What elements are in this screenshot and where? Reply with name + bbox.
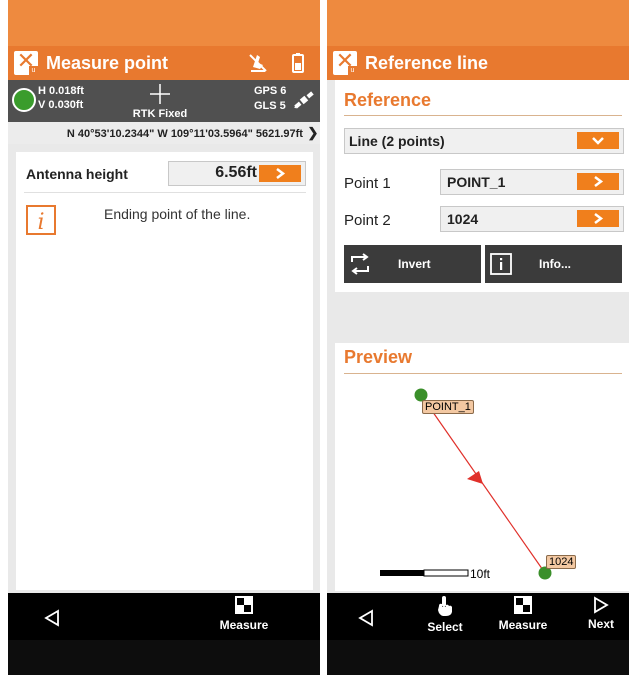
current-position[interactable]: N 40°53'10.2344" W 109°11'03.5964" 5621.… <box>8 122 320 144</box>
nav-footer <box>327 640 629 675</box>
softkey-bar: Select Measure Next <box>327 593 629 640</box>
measure-softkey[interactable]: Measure <box>216 593 272 640</box>
coordinates-text: N 40°53'10.2344" W 109°11'03.5964" 5621.… <box>66 128 303 140</box>
status-strip <box>8 0 320 46</box>
fix-status-dot <box>12 88 36 112</box>
antenna-height-field[interactable]: 6.56ft <box>168 161 306 186</box>
line-type-select[interactable]: Line (2 points) <box>344 128 624 154</box>
point2-field[interactable]: 1024 <box>440 206 624 232</box>
back-triangle-icon[interactable] <box>44 609 60 627</box>
preview-panel: Preview POINT_1 1024 10ft <box>335 343 629 591</box>
antenna-height-button[interactable] <box>259 165 301 182</box>
point2-value: 1024 <box>447 211 479 227</box>
measure-point-screen: ✕ u Measure point H 0.018ft V 0.030ft RTK… <box>8 0 320 675</box>
point2-label: Point 2 <box>344 212 391 229</box>
back-triangle-icon[interactable] <box>358 609 374 627</box>
app-logo-icon: ✕ u <box>14 49 38 75</box>
fix-type: RTK Fixed <box>132 108 188 120</box>
chevron-right-icon: ❯ <box>307 125 319 140</box>
next-softkey[interactable]: Next <box>579 593 623 640</box>
nav-footer <box>8 640 320 675</box>
app-logo-icon: ✕ u <box>333 49 357 75</box>
chevron-down-icon <box>592 137 604 145</box>
divider <box>24 192 306 193</box>
softkey-bar: Measure <box>8 593 320 640</box>
section-rule <box>344 115 622 116</box>
measure-softkey[interactable]: Measure <box>495 593 551 640</box>
point1-select-button[interactable] <box>577 173 619 190</box>
svg-text:i: i <box>37 210 44 235</box>
measure-label: Measure <box>498 618 548 632</box>
status-strip <box>327 0 629 46</box>
invert-icon <box>351 253 369 275</box>
satellite-icon <box>294 91 314 109</box>
gls-count: GLS 5 <box>254 100 286 112</box>
reference-line-preview <box>380 388 552 580</box>
info-button[interactable]: Info... <box>485 245 622 283</box>
start-point-label: POINT_1 <box>422 400 474 414</box>
antenna-height-value: 6.56ft <box>215 164 257 181</box>
info-message: Ending point of the line. <box>104 206 251 222</box>
line-type-dropdown-button[interactable] <box>577 132 619 149</box>
invert-button[interactable]: Invert <box>344 245 481 283</box>
page-title: Measure point <box>46 52 169 73</box>
hand-pointer-icon <box>438 596 452 616</box>
point2-select-button[interactable] <box>577 210 619 227</box>
measure-icon <box>514 596 532 614</box>
chevron-right-icon <box>276 168 286 179</box>
chevron-right-icon <box>594 213 604 224</box>
info-label: Info... <box>539 257 571 271</box>
v-precision: V 0.030ft <box>38 99 84 111</box>
point1-value: POINT_1 <box>447 174 506 190</box>
scale-bar-filled <box>380 570 424 576</box>
select-softkey[interactable]: Select <box>417 593 473 640</box>
scale-label: 10ft <box>470 567 491 581</box>
reference-heading: Reference <box>344 90 432 110</box>
point1-label: Point 1 <box>344 175 391 192</box>
measure-icon <box>235 596 253 614</box>
info-icon: i <box>26 205 56 235</box>
line-type-value: Line (2 points) <box>349 133 445 149</box>
measure-panel: Antenna height 6.56ft i Ending point of … <box>16 152 313 590</box>
next-label: Next <box>587 617 614 631</box>
gnss-status-bar[interactable]: H 0.018ft V 0.030ft RTK Fixed GPS 6 GLS … <box>8 80 320 122</box>
gps-count: GPS 6 <box>254 85 287 97</box>
scale-bar-empty <box>423 569 469 577</box>
page-title: Reference line <box>365 52 489 73</box>
next-triangle-icon <box>594 596 609 614</box>
battery-icon[interactable] <box>286 51 310 75</box>
info-icon <box>490 253 512 275</box>
receiver-muted-icon[interactable] <box>246 51 270 75</box>
measure-label: Measure <box>219 618 269 632</box>
reference-panel: Reference Line (2 points) Point 1 POINT_… <box>335 80 629 292</box>
antenna-height-label: Antenna height <box>26 166 128 182</box>
titlebar: ✕ u Reference line <box>327 46 629 80</box>
invert-label: Invert <box>398 257 431 271</box>
select-label: Select <box>427 620 463 634</box>
h-precision: H 0.018ft <box>38 85 84 97</box>
titlebar: ✕ u Measure point <box>8 46 320 80</box>
crosshair-icon <box>150 84 170 104</box>
reference-line-screen: ✕ u Reference line Reference Line (2 poin… <box>327 0 629 675</box>
chevron-right-icon <box>594 176 604 187</box>
point1-field[interactable]: POINT_1 <box>440 169 624 195</box>
end-point-label: 1024 <box>546 555 577 569</box>
